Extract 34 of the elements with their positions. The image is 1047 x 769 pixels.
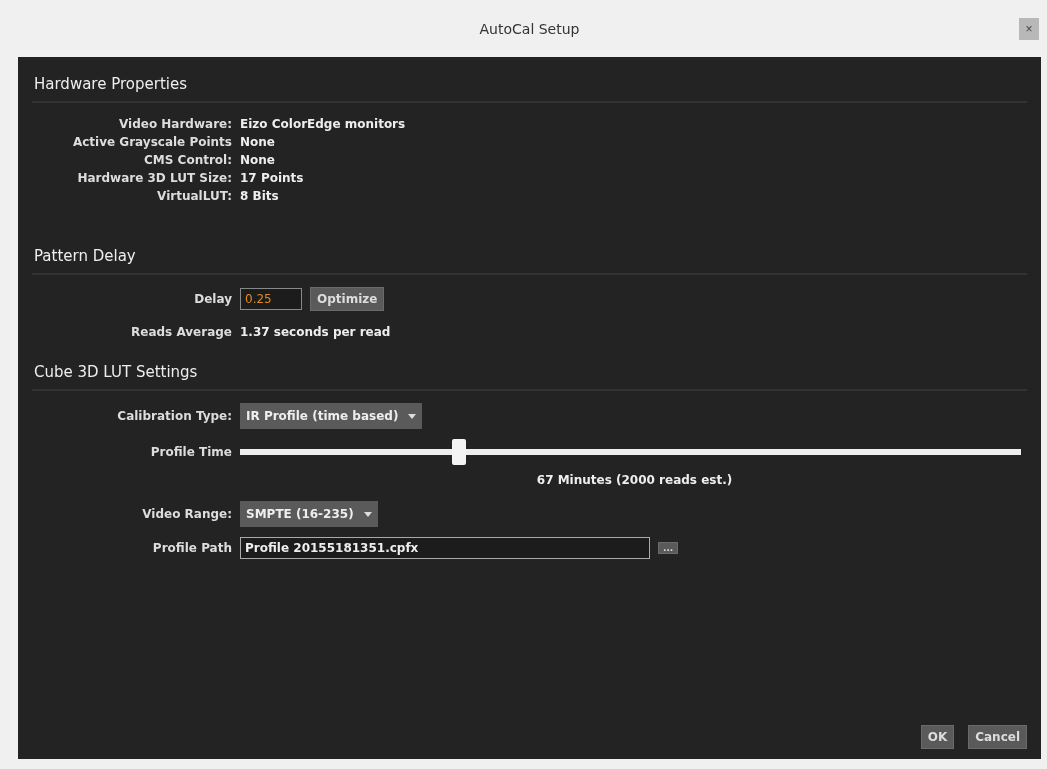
- profile-path-field[interactable]: Profile 20155181351.cpfx: [240, 537, 650, 559]
- property-value: None: [240, 134, 276, 151]
- property-value: None: [240, 152, 276, 169]
- delay-label: Delay: [194, 291, 232, 308]
- calibration-type-dropdown[interactable]: IR Profile (time based): [240, 403, 423, 429]
- property-label: VirtualLUT:: [157, 188, 232, 205]
- dialog-button[interactable]: Cancel: [968, 725, 1027, 749]
- caret-icon: [408, 413, 417, 419]
- property-label: Video Hardware:: [118, 116, 232, 133]
- optimize-button[interactable]: Optimize: [310, 287, 385, 311]
- property-value: Eizo ColorEdge monitors: [240, 116, 407, 133]
- section-heading: Cube 3D LUT Settings: [32, 363, 1027, 391]
- dialog-button[interactable]: OK: [920, 725, 955, 749]
- video-range-label: Video Range:: [142, 506, 232, 523]
- window-title: AutoCal Setup: [479, 20, 580, 37]
- property-value: 17 Points: [240, 170, 305, 187]
- section-heading: Pattern Delay: [32, 247, 1027, 275]
- profile-time-label: Profile Time: [150, 444, 232, 461]
- profile-time-reading: 67 Minutes (2000 reads est.): [536, 473, 733, 487]
- property-value: 8 Bits: [240, 188, 280, 205]
- profile-path-label: Profile Path: [152, 540, 232, 557]
- delay-field[interactable]: 0.25: [240, 288, 302, 310]
- reads-value: 1.37 seconds per read: [240, 324, 392, 341]
- property-label: Hardware 3D LUT Size:: [77, 170, 232, 187]
- reads-label: Reads Average: [131, 324, 232, 341]
- browse-button[interactable]: ...: [658, 542, 679, 554]
- slider-thumb[interactable]: [451, 439, 466, 465]
- close-button[interactable]: ×: [1019, 18, 1039, 40]
- caret-icon: [363, 511, 372, 517]
- property-label: Active Grayscale Points: [72, 134, 232, 151]
- property-label: CMS Control:: [144, 152, 232, 169]
- calibration-type-label: Calibration Type:: [117, 408, 232, 425]
- section-heading: Hardware Properties: [32, 75, 1027, 103]
- video-range-dropdown[interactable]: SMPTE (16-235): [240, 501, 378, 527]
